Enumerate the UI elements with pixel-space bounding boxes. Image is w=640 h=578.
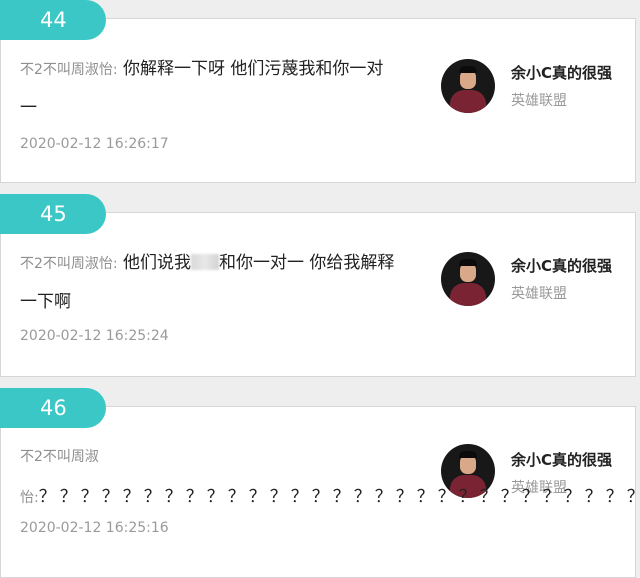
comment-number-tab: 46 [0,388,106,428]
streamer-name[interactable]: 余小C真的很强 [511,62,612,83]
comment-number-tab: 45 [0,194,106,234]
comment-sender: 不2不叫周淑怡: [20,62,118,78]
comment-text-before: 他们说我 [123,253,192,273]
comment-message: 不2不叫周淑怡: 他们说我 和你一对一 你给我解释一下啊 [20,244,400,321]
comment-text: ？？？？？？？？？？？？？？？？？？？？？？？？？？？？？？ [38,487,640,507]
streamer-name[interactable]: 余小C真的很强 [511,255,612,276]
game-name: 英雄联盟 [511,93,567,109]
comment-timestamp: 2020-02-12 16:25:24 [20,328,169,344]
streamer-avatar[interactable] [441,59,495,113]
comment-timestamp: 2020-02-12 16:26:17 [20,136,169,152]
comment-sender: 不2不叫周淑 [20,449,99,465]
streamer-avatar[interactable] [441,252,495,306]
comment-message: 不2不叫周淑怡: 你解释一下呀 他们污蔑我和你一对一 [20,50,400,127]
comment-sender-cont: 怡: [20,490,39,506]
game-name: 英雄联盟 [511,286,567,302]
comment-sender: 不2不叫周淑怡: [20,256,118,272]
comment-message: 不2不叫周淑 [20,444,400,469]
censored-name [191,254,220,270]
streamer-name[interactable]: 余小C真的很强 [511,449,612,470]
comment-timestamp: 2020-02-12 16:25:16 [20,520,169,536]
comment-number-tab: 44 [0,0,106,40]
comment-question-marks: 怡:？？？？？？？？？？？？？？？？？？？？？？？？？？？？？？ [20,482,640,507]
